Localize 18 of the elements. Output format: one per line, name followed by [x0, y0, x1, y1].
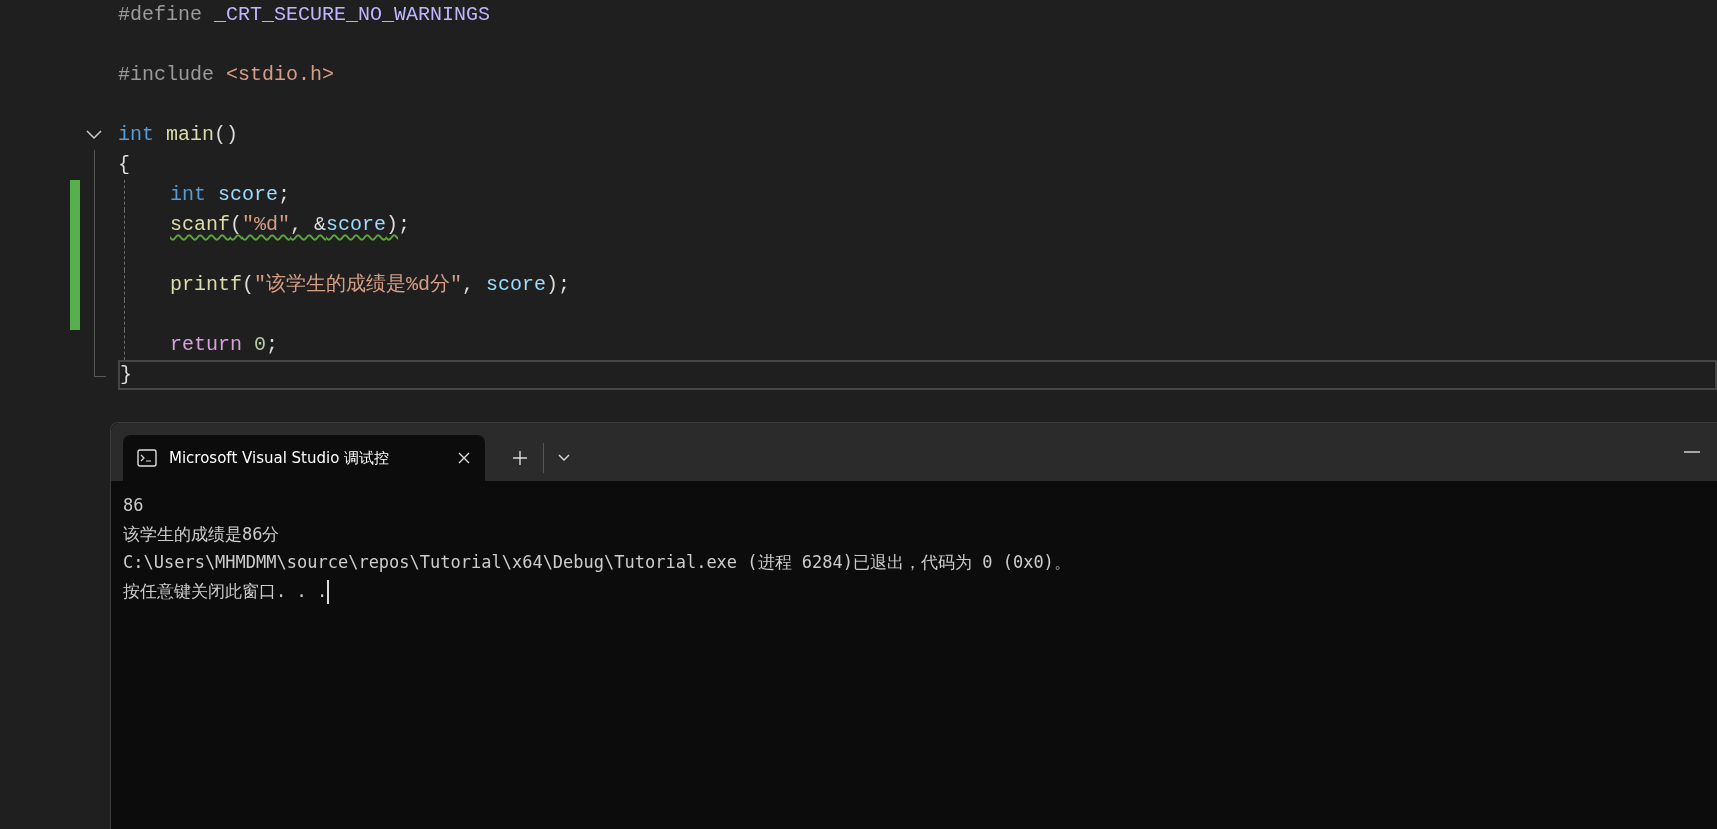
terminal-tab[interactable]: Microsoft Visual Studio 调试控	[123, 435, 485, 481]
code-line: return 0;	[170, 332, 279, 358]
code-line: scanf("%d", &score);	[170, 212, 411, 238]
console-output-line: C:\Users\MHMDMM\source\repos\Tutorial\x64\Debug\Tutorial.exe (进程 6284)已退出，代码为 0 (0x0)。	[123, 552, 1071, 572]
console-icon	[137, 449, 157, 467]
console-output-line: 按任意键关闭此窗口. . .	[123, 580, 328, 601]
code-line: {	[118, 152, 130, 178]
console-output-line: 86	[123, 495, 144, 515]
code-line: #include <stdio.h>	[118, 62, 335, 88]
tab-title: Microsoft Visual Studio 调试控	[169, 447, 391, 469]
code-line: printf("该学生的成绩是%d分", score);	[170, 272, 571, 298]
console-output-line: 该学生的成绩是86分	[123, 523, 280, 544]
chevron-down-icon[interactable]	[86, 130, 102, 140]
code-line: int score;	[170, 182, 291, 208]
close-icon[interactable]	[457, 451, 471, 465]
code-line: #define _CRT_SECURE_NO_WARNINGS	[118, 2, 491, 28]
code-line: }	[120, 362, 132, 388]
code-line: int main()	[118, 122, 239, 148]
